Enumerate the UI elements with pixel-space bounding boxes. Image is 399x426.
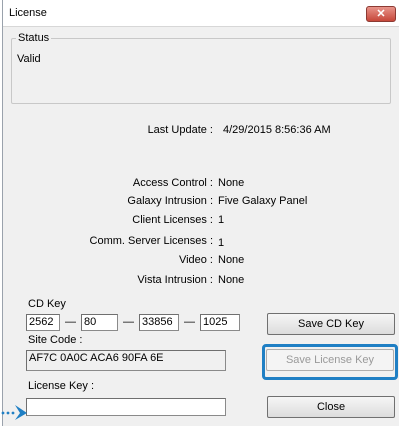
window-title: License xyxy=(9,7,47,19)
cd-key-separator: — xyxy=(65,316,76,328)
cd-key-part-4[interactable]: 1025 xyxy=(200,314,240,331)
vista-intrusion-label: Vista Intrusion : xyxy=(137,274,213,286)
last-update-label: Last Update : xyxy=(147,124,213,136)
cd-key-part-1[interactable]: 2562 xyxy=(26,314,60,331)
close-window-button[interactable]: ✕ xyxy=(366,6,396,22)
access-control-value: None xyxy=(218,177,245,189)
status-value: Valid xyxy=(17,53,41,65)
license-key-input[interactable] xyxy=(26,398,226,416)
status-legend: Status xyxy=(16,32,52,44)
cd-key-label: CD Key xyxy=(28,298,66,310)
close-button[interactable]: Close xyxy=(267,396,395,418)
comm-server-licenses-value: 1 xyxy=(218,237,225,249)
license-key-label: License Key : xyxy=(28,380,95,392)
last-update-value: 4/29/2015 8:56:36 AM xyxy=(223,124,331,136)
client-licenses-value: 1 xyxy=(218,214,225,226)
close-icon: ✕ xyxy=(376,8,386,20)
comm-server-licenses-label: Comm. Server Licenses : xyxy=(89,235,213,247)
site-code-label: Site Code : xyxy=(28,334,83,346)
galaxy-intrusion-value: Five Galaxy Panel xyxy=(218,195,308,207)
license-dialog: License ✕ Status Valid Last Update : 4/2… xyxy=(2,0,399,426)
highlight-annotation xyxy=(262,344,398,380)
cd-key-part-2[interactable]: 80 xyxy=(81,314,118,331)
title-bar[interactable]: License ✕ xyxy=(3,0,399,27)
site-code-field[interactable]: AF7C 0A0C ACA6 90FA 6E xyxy=(26,350,226,371)
access-control-label: Access Control : xyxy=(132,177,213,189)
cd-key-separator: — xyxy=(184,316,195,328)
video-label: Video : xyxy=(178,254,213,266)
save-cd-key-button[interactable]: Save CD Key xyxy=(267,313,395,335)
cd-key-separator: — xyxy=(123,316,134,328)
dotted-arrow-icon xyxy=(1,405,27,420)
vista-intrusion-value: None xyxy=(218,274,245,286)
client-licenses-label: Client Licenses : xyxy=(132,214,213,226)
cd-key-part-3[interactable]: 33856 xyxy=(139,314,179,331)
video-value: None xyxy=(218,254,245,266)
status-groupbox xyxy=(11,38,391,104)
galaxy-intrusion-label: Galaxy Intrusion : xyxy=(127,195,213,207)
